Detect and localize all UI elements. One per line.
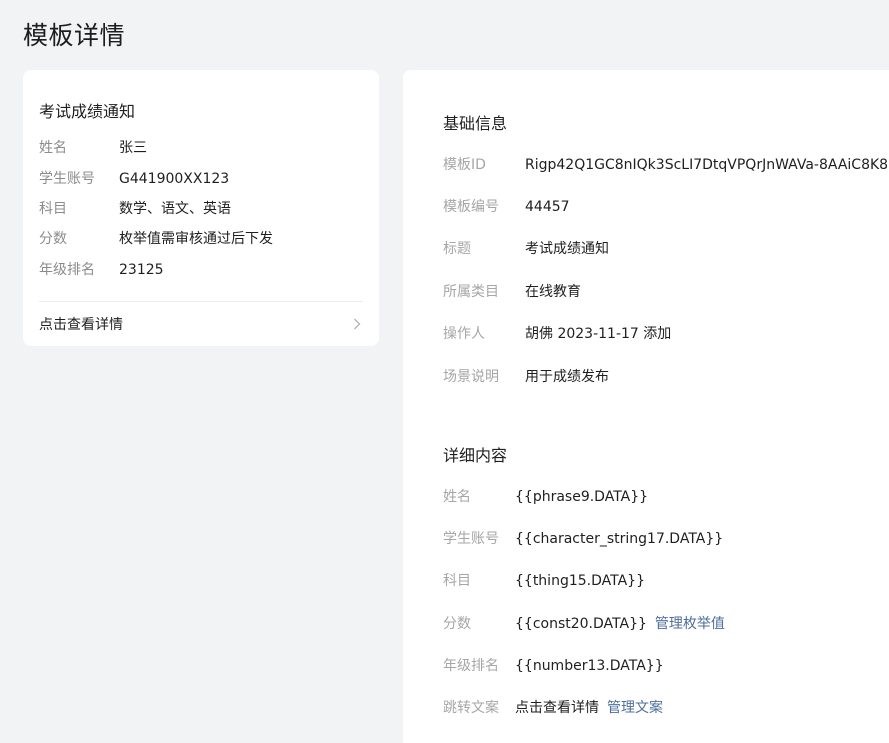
content-row: 分数 {{const20.DATA}} 管理枚举值 (443, 614, 725, 634)
content-value: {{phrase9.DATA}} (515, 489, 649, 505)
content-row: 年级排名 {{number13.DATA}} (443, 656, 664, 676)
info-row-operator: 操作人 胡佛 2023-11-17 添加 (443, 324, 671, 344)
manage-enum-link[interactable]: 管理枚举值 (655, 614, 725, 634)
content-row: 科目 {{thing15.DATA}} (443, 571, 645, 591)
manage-copy-link[interactable]: 管理文案 (607, 698, 663, 718)
info-label: 所属类目 (443, 284, 499, 300)
view-details-link[interactable]: 点击查看详情 (39, 314, 363, 334)
template-detail-card: 基础信息 模板ID Rigp42Q1GC8nIQk3ScLI7DtqVPQrJn… (403, 70, 889, 743)
content-value: {{character_string17.DATA}} (515, 531, 724, 547)
content-label: 分数 (443, 616, 471, 632)
info-label: 模板编号 (443, 199, 499, 215)
info-row-title: 标题 考试成绩通知 (443, 239, 609, 259)
page-title: 模板详情 (23, 21, 126, 50)
info-label: 模板ID (443, 157, 486, 173)
preview-row: 分数 枚举值需审核通过后下发 (39, 229, 273, 249)
info-row-scenario: 场景说明 用于成绩发布 (443, 367, 609, 387)
content-label: 科目 (443, 573, 471, 589)
preview-row-value: G441900XX123 (119, 171, 230, 187)
preview-divider (39, 301, 363, 302)
content-value: {{number13.DATA}} (515, 658, 664, 674)
info-value: 44457 (525, 199, 570, 215)
info-label: 标题 (443, 241, 471, 257)
preview-row-label: 年级排名 (39, 262, 95, 278)
info-value: 在线教育 (525, 284, 581, 300)
content-row: 学生账号 {{character_string17.DATA}} (443, 529, 723, 549)
content-title: 详细内容 (443, 446, 508, 465)
info-value: Rigp42Q1GC8nIQk3ScLI7DtqVPQrJnWAVa-8AAiC… (525, 157, 889, 173)
view-details-label: 点击查看详情 (39, 317, 123, 333)
preview-row-value: 数学、语文、英语 (119, 201, 231, 217)
preview-row-label: 姓名 (39, 140, 67, 156)
preview-row-label: 科目 (39, 201, 67, 217)
info-label: 操作人 (443, 326, 485, 342)
content-label: 学生账号 (443, 531, 499, 547)
content-value: {{const20.DATA}} (515, 616, 647, 632)
info-label: 场景说明 (443, 369, 499, 385)
info-value: 胡佛 2023-11-17 添加 (525, 326, 672, 342)
preview-row: 姓名 张三 (39, 138, 147, 158)
preview-row-value: 23125 (119, 262, 164, 278)
content-value: {{thing15.DATA}} (515, 573, 645, 589)
preview-row: 学生账号 G441900XX123 (39, 169, 229, 189)
content-row: 姓名 {{phrase9.DATA}} (443, 487, 648, 507)
preview-title: 考试成绩通知 (39, 102, 136, 121)
preview-row-label: 分数 (39, 231, 67, 247)
content-label: 姓名 (443, 489, 471, 505)
chevron-right-icon (351, 318, 363, 330)
info-value: 考试成绩通知 (525, 241, 609, 257)
info-value: 用于成绩发布 (525, 369, 609, 385)
content-value: 点击查看详情 (515, 700, 599, 716)
template-preview-card: 考试成绩通知 姓名 张三 学生账号 G441900XX123 科目 数学、语文、… (23, 70, 379, 346)
info-row-template-id: 模板ID Rigp42Q1GC8nIQk3ScLI7DtqVPQrJnWAVa-… (443, 155, 888, 175)
basic-info-title: 基础信息 (443, 114, 508, 133)
preview-row: 年级排名 23125 (39, 260, 164, 280)
preview-row-value: 枚举值需审核通过后下发 (119, 231, 273, 247)
content-label: 跳转文案 (443, 700, 499, 716)
content-label: 年级排名 (443, 658, 499, 674)
info-row-template-number: 模板编号 44457 (443, 197, 570, 217)
preview-row: 科目 数学、语文、英语 (39, 199, 231, 219)
preview-row-value: 张三 (119, 140, 147, 156)
content-row: 跳转文案 点击查看详情 管理文案 (443, 698, 663, 718)
preview-row-label: 学生账号 (39, 171, 95, 187)
info-row-category: 所属类目 在线教育 (443, 282, 581, 302)
